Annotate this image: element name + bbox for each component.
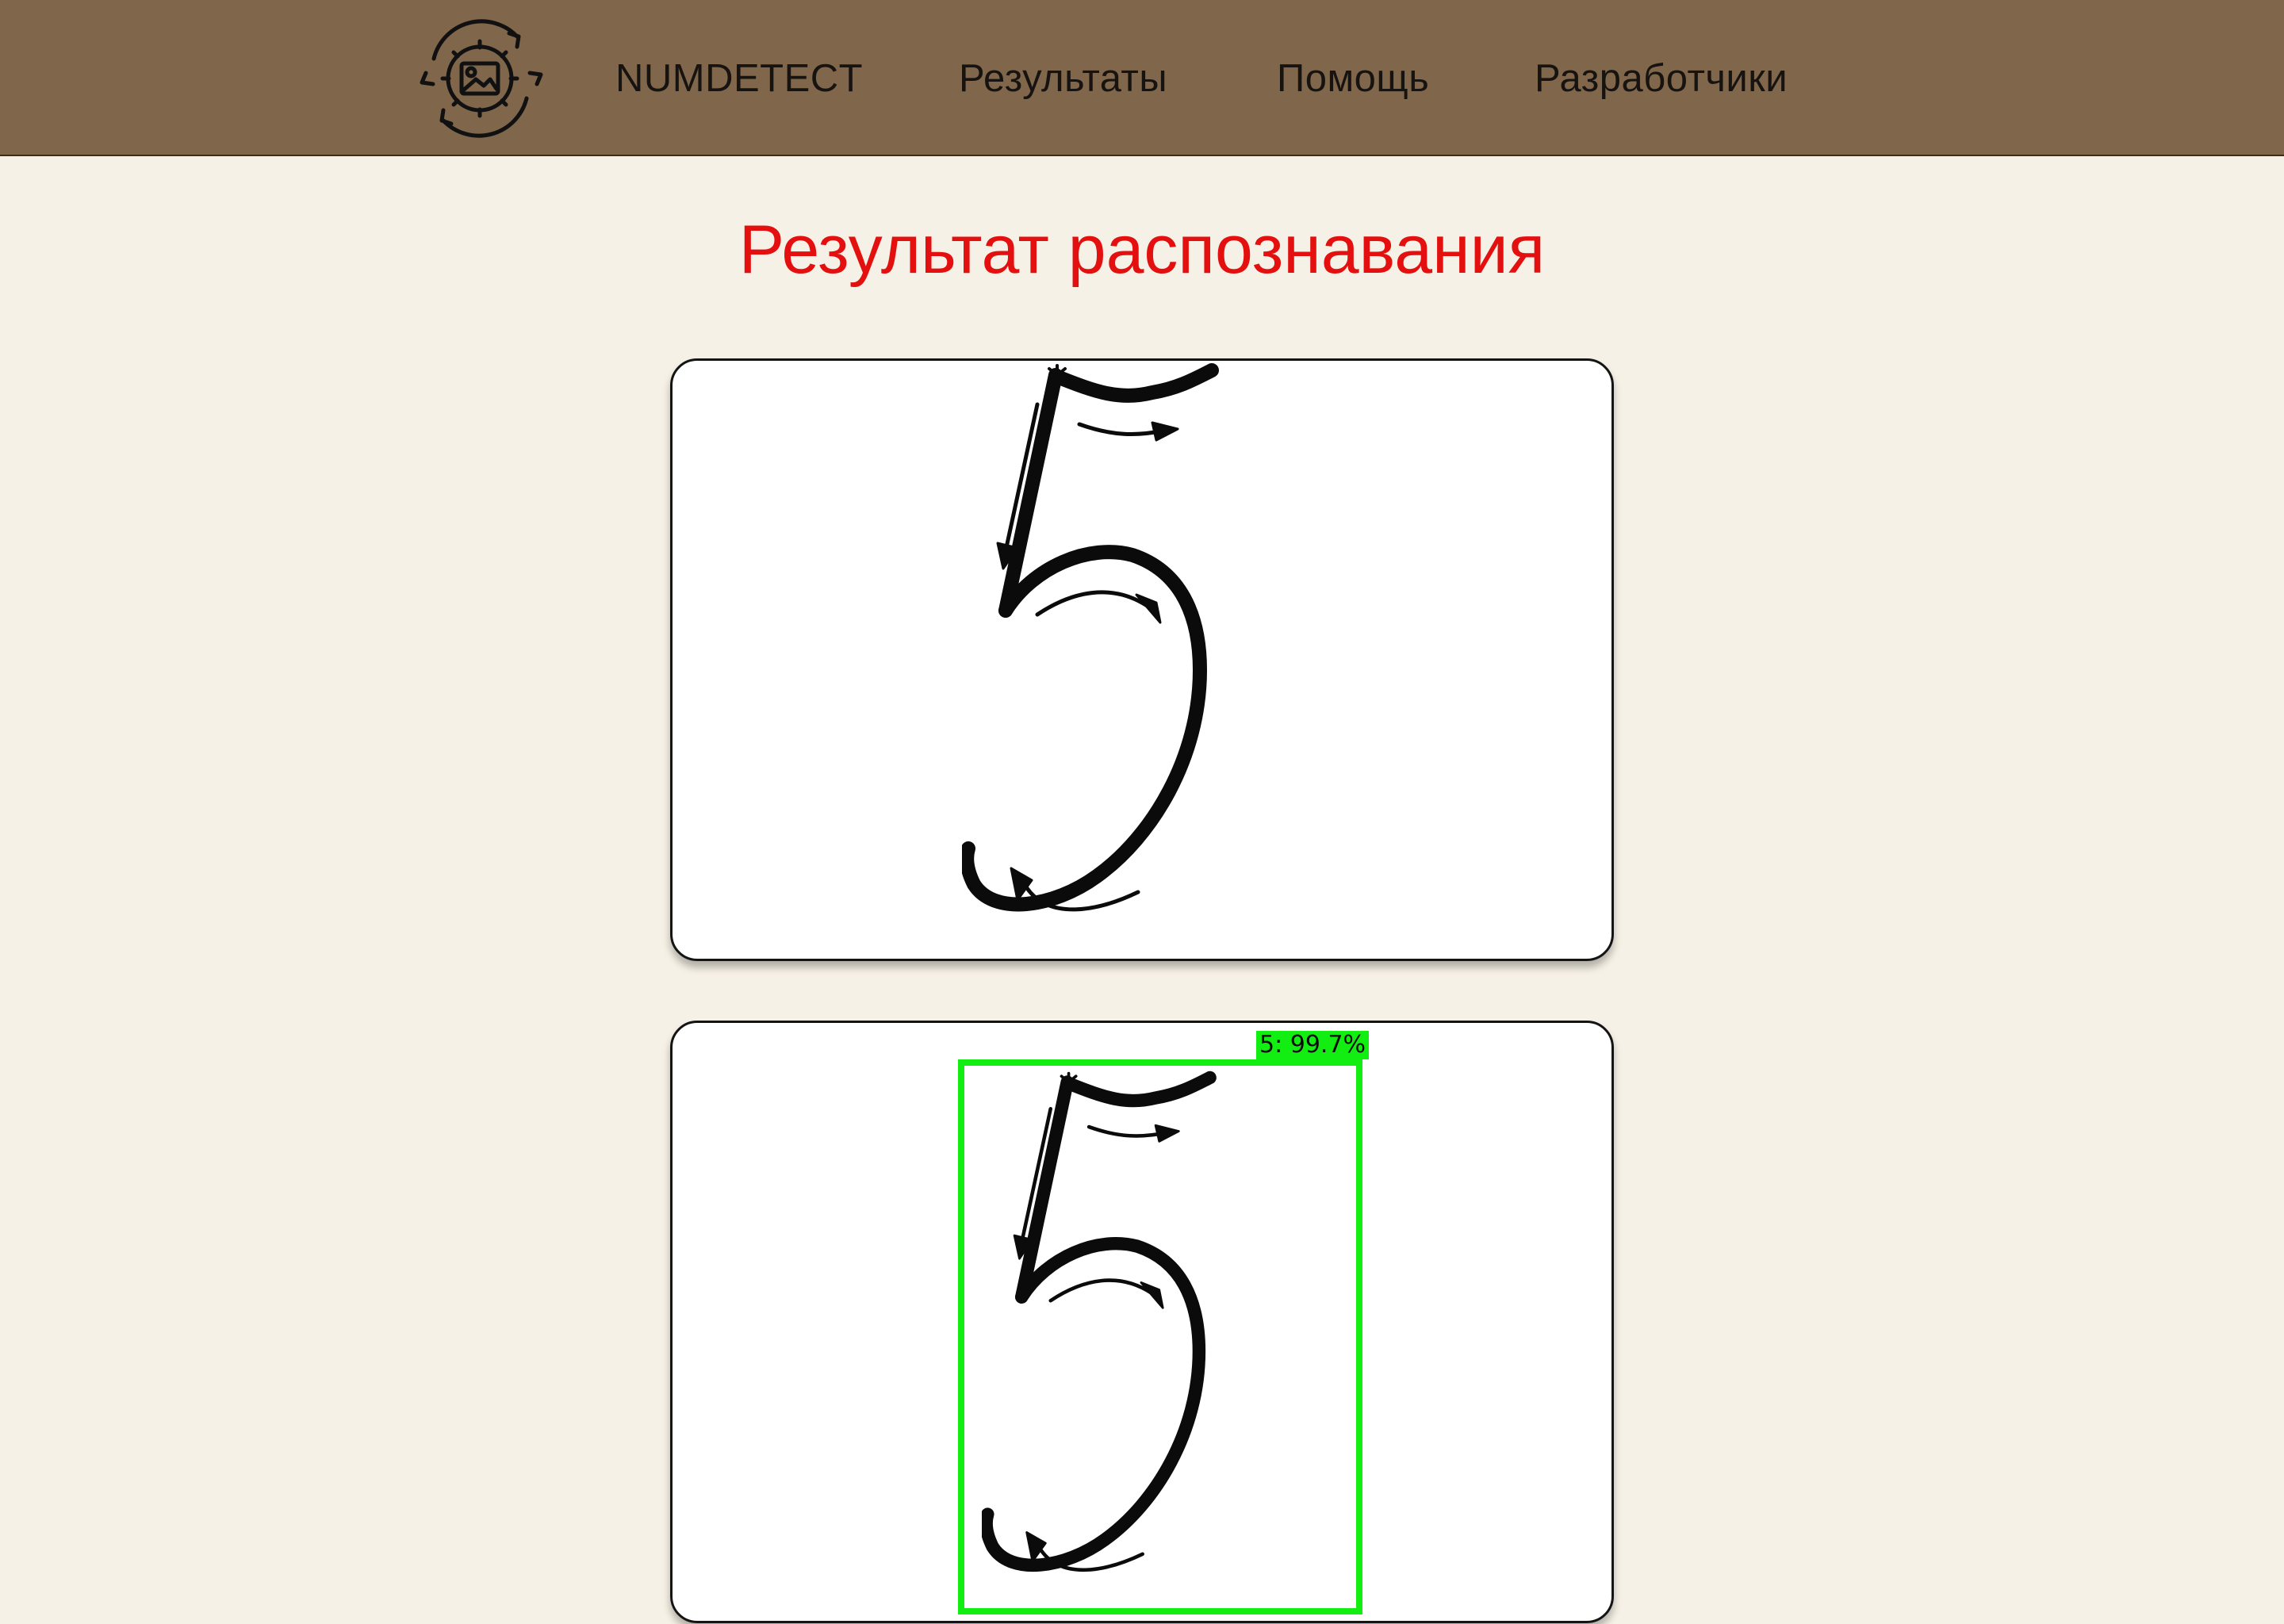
top-navbar: NUMDETECT Результаты Помощь Разработчики [0,0,2284,156]
nav-developers-link[interactable]: Разработчики [1535,51,1788,106]
detection-bounding-box [958,1059,1362,1614]
gear-image-refresh-icon[interactable] [406,11,554,146]
handwritten-digit-image [962,363,1219,912]
original-image-card [670,358,1614,961]
nav-results-link[interactable]: Результаты [959,51,1167,106]
result-image-card: 5: 99.7% [670,1021,1614,1623]
detection-label: 5: 99.7% [1256,1031,1370,1059]
page-title: Результат распознавания [738,212,1546,288]
nav-help-link[interactable]: Помощь [1277,51,1429,106]
brand-link[interactable]: NUMDETECT [615,51,863,106]
